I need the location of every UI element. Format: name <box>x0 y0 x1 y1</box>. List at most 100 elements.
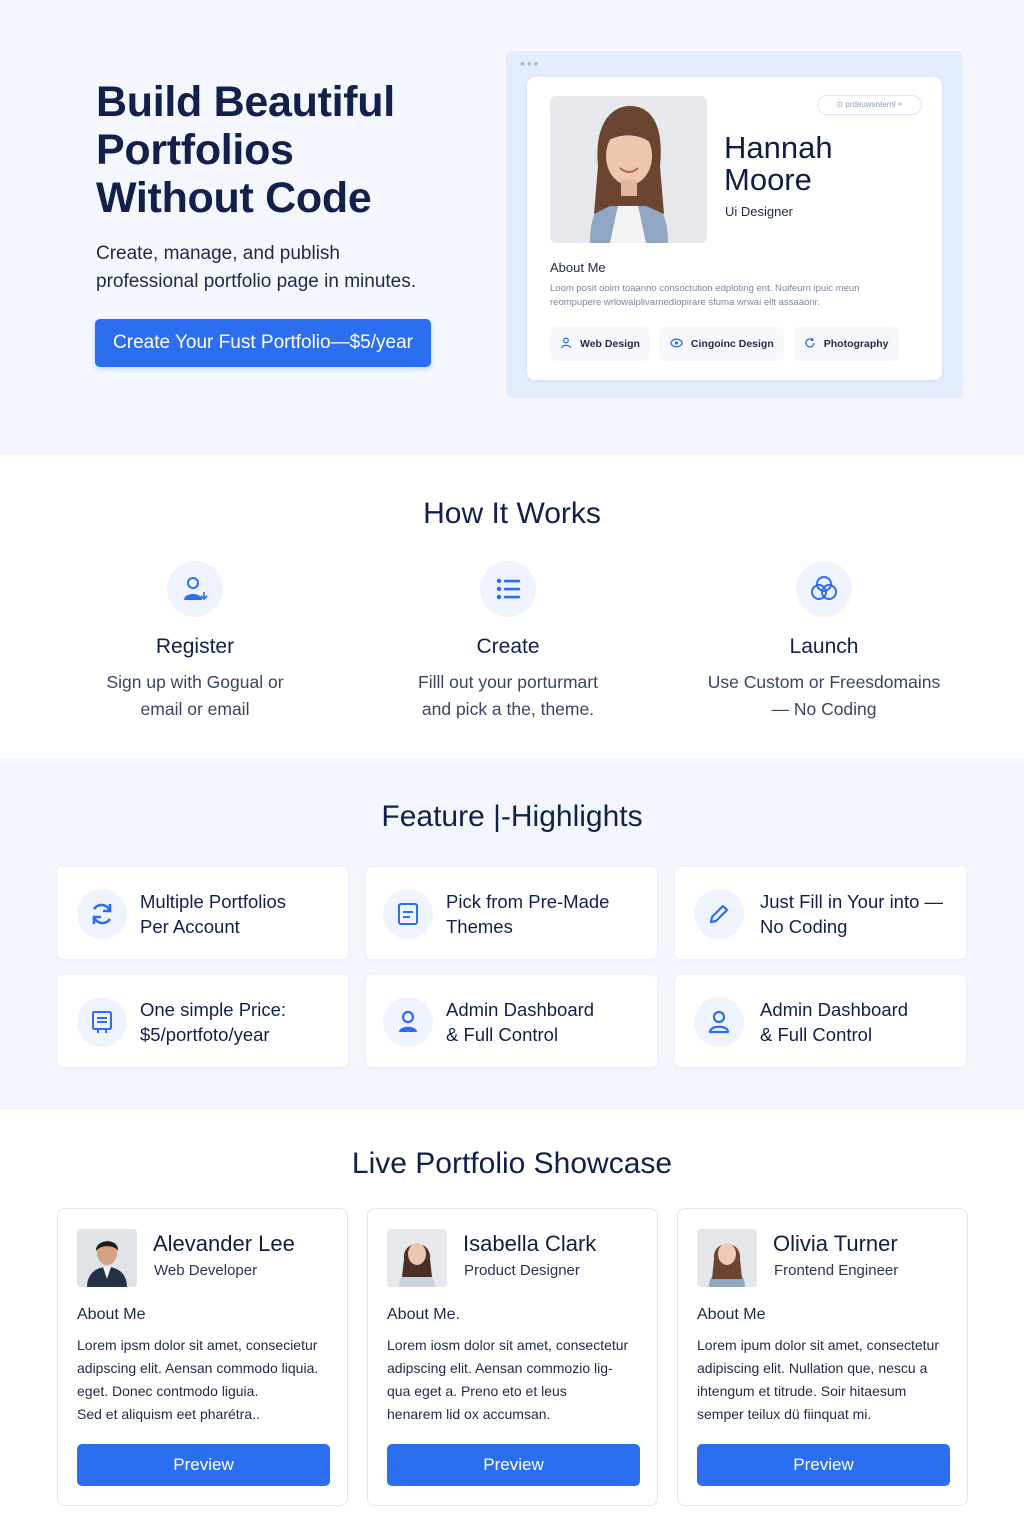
step-create: Create Filll out your porturmart and pic… <box>358 561 658 723</box>
pencil-icon <box>694 889 744 939</box>
mock-about-line: Loom posit ooim toaanno consoctution edp… <box>550 283 860 294</box>
hero-section: Build Beautiful Portfolios Without Code … <box>0 0 1024 455</box>
person-icon <box>560 337 572 352</box>
feature-line: Just Fill in Your into — <box>760 891 944 912</box>
hero-subtitle-line: Create, manage, and publish <box>96 243 340 264</box>
skill-tag-design[interactable]: Cingoinc Design <box>659 327 784 361</box>
feature-line: Themes <box>446 916 513 937</box>
mock-name-line: Hannah <box>724 130 833 165</box>
step-description: Use Custom or Freesdomains — No Coding <box>674 669 974 723</box>
avatar <box>77 1229 137 1287</box>
portfolio-name: Isabella Clark <box>463 1231 597 1256</box>
hero-subtitle-line: professional portfolio page in minutes. <box>96 271 417 292</box>
skill-tag-label: Cingoinc Design <box>690 338 774 350</box>
hero-title: Build Beautiful Portfolios Without Code <box>96 78 476 222</box>
document-icon <box>383 889 433 939</box>
feature-line: No Coding <box>760 916 848 937</box>
eye-icon <box>670 337 683 352</box>
about-line: adipscing elit. Aensan commodo liquia. <box>77 1360 319 1376</box>
preview-button[interactable]: Preview <box>387 1444 640 1486</box>
how-it-works-section: How It Works Register Sign up with Gogua… <box>0 455 1024 758</box>
about-text: Lorem ipsm dolor sit amet, consecietur a… <box>77 1334 339 1426</box>
sync-icon <box>77 889 127 939</box>
mock-about-heading: About Me <box>550 260 606 275</box>
portfolio-role: Product Designer <box>464 1262 580 1279</box>
how-it-works-title: How It Works <box>423 497 601 530</box>
url-pill[interactable]: ⊙ prdeuwsnternl × <box>817 95 922 115</box>
about-line: qua eget a. Preno eto et leus <box>387 1383 567 1399</box>
portfolio-name: Alevander Lee <box>153 1231 295 1256</box>
mock-profile-name: Hannah Moore <box>724 132 924 196</box>
feature-line: & Full Control <box>760 1024 873 1045</box>
man-portrait-icon <box>77 1229 137 1287</box>
skill-tag-label: Photography <box>823 338 889 350</box>
step-description-line: and pick a the, theme. <box>421 699 595 719</box>
woman-portrait-icon <box>697 1229 757 1287</box>
portfolio-preview-mockup: ●●● ⊙ prdeuwsnternl × Hannah Moore Ui De… <box>506 51 963 398</box>
skill-tag-label: Web Design <box>580 338 640 350</box>
feature-text: Admin Dashboard & Full Control <box>760 997 960 1047</box>
step-description: Filll out your porturmart and pick a the… <box>358 669 658 723</box>
step-title: Create <box>476 635 540 658</box>
about-line: ihtengum et titrude. Soir hitaesum <box>697 1383 907 1399</box>
mock-profile-card: ⊙ prdeuwsnternl × Hannah Moore Ui Design… <box>527 77 942 380</box>
feature-text: Admin Dashboard & Full Control <box>446 997 646 1047</box>
step-description-line: — No Coding <box>771 699 877 719</box>
step-description: Sign up with Gogual or email or email <box>45 669 345 723</box>
avatar <box>697 1229 757 1287</box>
step-title: Launch <box>789 635 859 658</box>
feature-card: Just Fill in Your into — No Coding <box>675 867 966 959</box>
portfolio-card: Olivia Turner Frontend Engineer About Me… <box>677 1208 968 1506</box>
skill-tag-photography[interactable]: Photography <box>793 327 899 361</box>
about-text: Lorem iosm dolor sit amet, consectetur a… <box>387 1334 649 1426</box>
launch-circles-icon <box>796 561 852 617</box>
feature-text: Just Fill in Your into — No Coding <box>760 889 960 939</box>
feature-card: Admin Dashboard & Full Control <box>366 975 657 1067</box>
hero-subtitle: Create, manage, and publish professional… <box>96 240 456 296</box>
step-description-line: Filll out your porturmart <box>418 672 598 692</box>
feature-line: & Full Control <box>446 1024 559 1045</box>
hero-title-line: Build Beautiful <box>96 78 395 126</box>
about-line: henarem lid ox accumsan. <box>387 1406 551 1422</box>
mock-about-text: Loom posit ooim toaanno consoctution edp… <box>550 282 920 310</box>
feature-line: Per Account <box>140 916 240 937</box>
user-outline-icon <box>694 997 744 1047</box>
skill-tag-web-design[interactable]: Web Design <box>550 327 650 361</box>
step-title: Register <box>155 635 235 658</box>
mock-skill-tags: Web Design Cingoinc Design Photography <box>550 327 899 361</box>
profile-photo <box>550 96 707 243</box>
mock-about-line: reompupere wrlowalplivarnedlopirare sfum… <box>550 297 820 308</box>
step-description-line: Use Custom or Freesdomains <box>707 672 941 692</box>
feature-highlights-section: Feature |-Highlights Multiple Portfolios… <box>0 758 1024 1110</box>
preview-button[interactable]: Preview <box>77 1444 330 1486</box>
about-heading: About Me <box>697 1306 766 1323</box>
invoice-icon <box>77 997 127 1047</box>
portfolio-role: Frontend Engineer <box>774 1262 899 1279</box>
mock-profile-role: Ui Designer <box>725 204 793 219</box>
step-description-line: Sign up with Gogual or <box>106 672 284 692</box>
portfolio-showcase-section: Live Portfolio Showcase Alevander Lee We… <box>0 1110 1024 1536</box>
feature-card: Multiple Portfolios Per Account <box>57 867 348 959</box>
preview-button[interactable]: Preview <box>697 1444 950 1486</box>
user-icon <box>383 997 433 1047</box>
about-line: Sed et aliquism eet pharétra.. <box>77 1406 260 1422</box>
refresh-icon <box>804 337 816 352</box>
feature-line: Pick from Pre-Made <box>446 891 610 912</box>
about-line: Lorem ipsm dolor sit amet, consecietur <box>77 1337 318 1353</box>
feature-text: Multiple Portfolios Per Account <box>140 889 340 939</box>
create-portfolio-button[interactable]: Create Your Fust Portfolio—$5/year <box>95 319 431 367</box>
feature-card: Pick from Pre-Made Themes <box>366 867 657 959</box>
woman-portrait-icon <box>387 1229 447 1287</box>
showcase-title: Live Portfolio Showcase <box>351 1147 673 1180</box>
avatar <box>387 1229 447 1287</box>
window-dots-icon: ●●● <box>520 59 541 68</box>
about-line: adipscing elit. Aensan commozio lig- <box>387 1360 613 1376</box>
feature-text: Pick from Pre-Made Themes <box>446 889 646 939</box>
portfolio-role: Web Developer <box>154 1262 258 1279</box>
list-icon <box>480 561 536 617</box>
feature-line: One simple Price: <box>140 999 286 1020</box>
feature-highlights-title: Feature |-Highlights <box>381 800 643 833</box>
feature-card: Admin Dashboard & Full Control <box>675 975 966 1067</box>
about-heading: About Me <box>77 1306 146 1323</box>
step-register: Register Sign up with Gogual or email or… <box>45 561 345 723</box>
